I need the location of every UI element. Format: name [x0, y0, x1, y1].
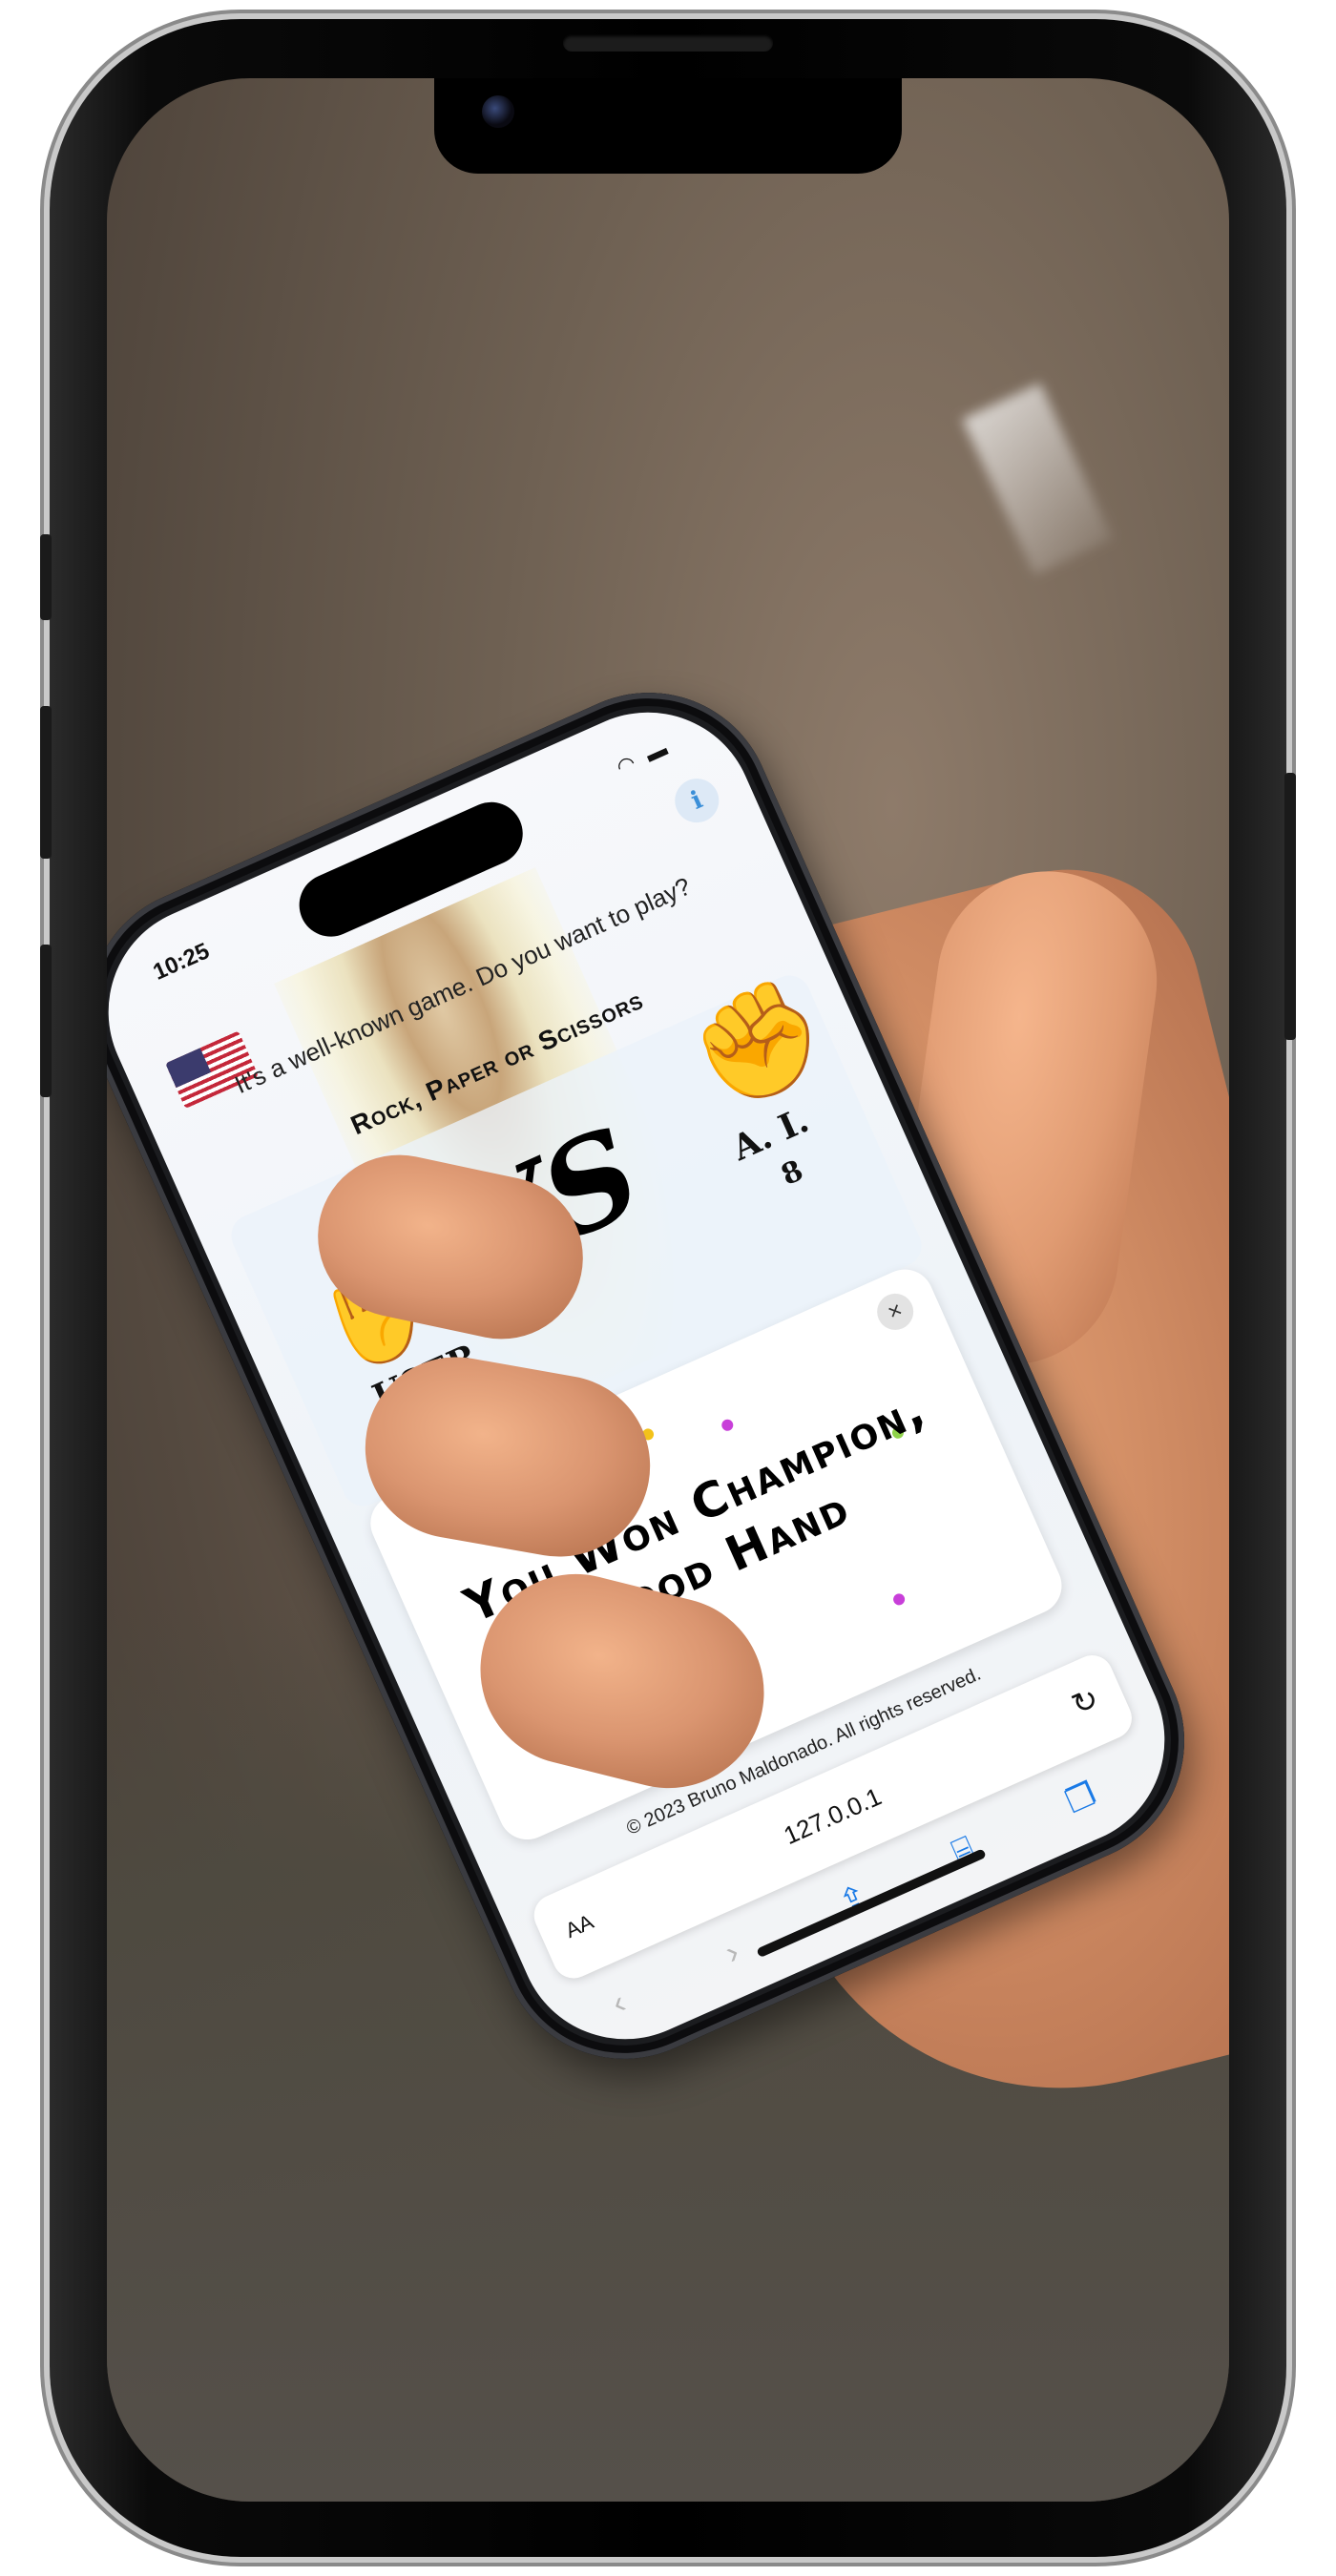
wifi-icon: ◠ [613, 748, 643, 779]
mute-switch [40, 534, 52, 620]
close-icon[interactable]: × [871, 1287, 920, 1336]
volume-up-button [40, 706, 52, 859]
earpiece-speaker [563, 34, 773, 52]
forward-icon[interactable]: › [720, 1934, 744, 1972]
info-button[interactable]: i [667, 771, 726, 830]
background-light [962, 383, 1113, 575]
rock-fist-icon: ✊ [675, 964, 843, 1125]
confetti [720, 1417, 736, 1433]
front-camera-icon [482, 95, 514, 128]
ai-score: 8 [776, 1153, 808, 1193]
tabs-icon[interactable]: ❐ [1060, 1775, 1102, 1821]
back-icon[interactable]: ‹ [607, 1984, 632, 2023]
volume-down-button [40, 945, 52, 1097]
outer-screen: 10:25 ◠ ▬ i It's a well-known game. Do y… [107, 78, 1229, 2502]
status-icons: ◠ ▬ [613, 735, 675, 780]
status-time: 10:25 [149, 938, 214, 986]
confetti [891, 1591, 908, 1608]
power-button [1284, 773, 1296, 1040]
battery-icon: ▬ [641, 735, 675, 767]
